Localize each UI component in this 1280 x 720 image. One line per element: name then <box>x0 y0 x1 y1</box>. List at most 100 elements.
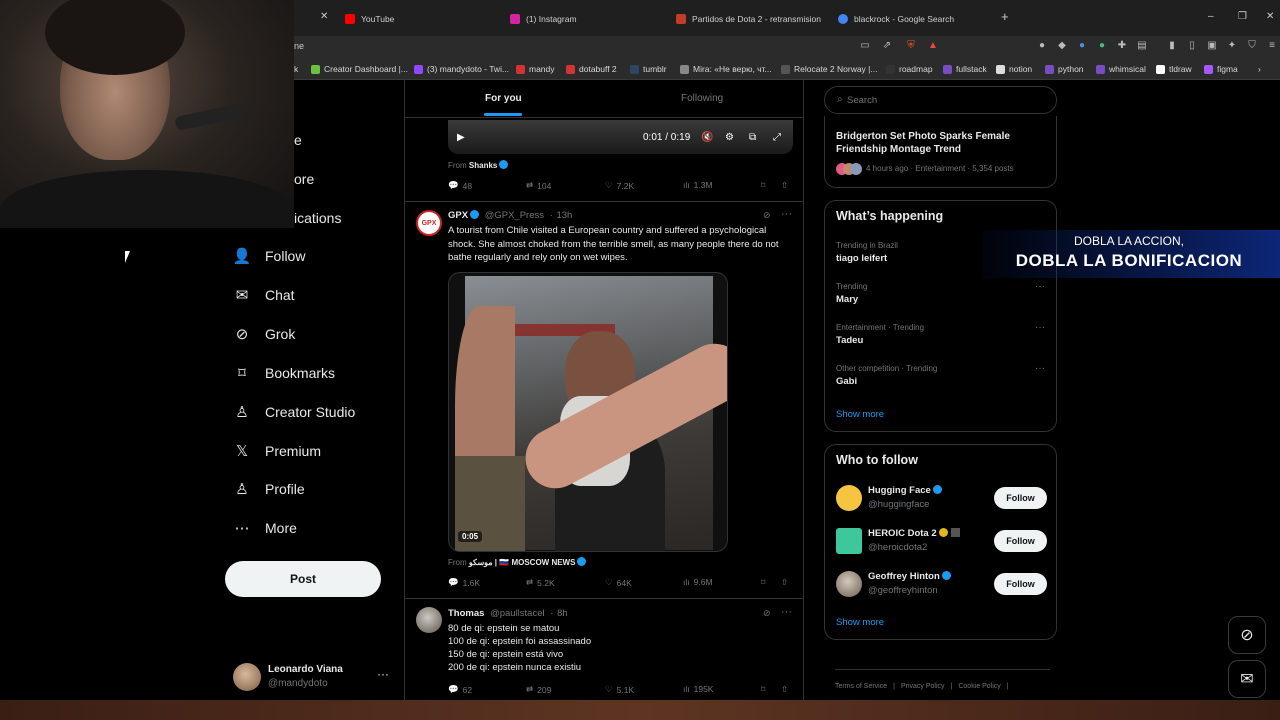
video-player[interactable] <box>448 120 793 154</box>
grok-float-icon[interactable]: ⊘ <box>1228 616 1266 654</box>
browser-tab-dota[interactable]: Partidos de Dota 2 - retransmisiones <box>676 8 821 30</box>
more-options-icon[interactable]: ··· <box>781 606 792 618</box>
browser-tab-youtube[interactable]: YouTube <box>345 8 495 30</box>
tweet-time[interactable]: 13h <box>556 210 572 221</box>
account-name[interactable]: Geoffrey Hinton <box>868 571 951 582</box>
bookmarks-overflow-icon[interactable]: › <box>1258 64 1261 74</box>
reply-button[interactable]: 💬 48 <box>448 180 472 191</box>
cookie-link[interactable]: Cookie Policy <box>958 683 1000 690</box>
account-name[interactable]: HEROIC Dota 2 <box>868 528 960 539</box>
more-options-icon[interactable]: ··· <box>781 208 792 220</box>
views-button[interactable]: ılı 1.3M <box>683 180 713 190</box>
vpn-icon[interactable]: ⛉ <box>1245 39 1259 53</box>
bookmark-item[interactable]: fullstack <box>943 64 987 74</box>
author-handle[interactable]: @paullstacel <box>490 608 545 619</box>
minimize-icon[interactable]: – <box>1208 11 1214 22</box>
privacy-link[interactable]: Privacy Policy <box>901 683 945 690</box>
bookmark-item[interactable]: roadmap <box>886 64 933 74</box>
brave-shield-icon[interactable]: ⛨ <box>904 39 918 53</box>
more-options-icon[interactable]: ··· <box>1035 322 1045 333</box>
nav-more[interactable]: ⋯ More <box>233 519 297 537</box>
nav-bookmarks[interactable]: ⌑ Bookmarks <box>233 364 335 382</box>
avatar[interactable] <box>416 607 442 633</box>
browser-tab-instagram[interactable]: (1) Instagram <box>510 8 660 30</box>
bookmark-fragment[interactable]: k <box>294 64 298 74</box>
show-more-link[interactable]: Show more <box>836 409 884 420</box>
follow-button[interactable]: Follow <box>994 530 1047 552</box>
nav-grok[interactable]: ⊘ Grok <box>233 325 296 343</box>
nav-chat[interactable]: ✉ Chat <box>233 286 295 304</box>
avatar[interactable] <box>836 528 862 554</box>
avatar[interactable]: GPX <box>416 210 442 236</box>
author-name[interactable]: GPX <box>448 210 468 221</box>
tab-for-you[interactable]: For you <box>485 93 522 104</box>
bookmark-item[interactable]: notion <box>996 64 1032 74</box>
bookmark-item[interactable]: mandy <box>516 64 555 74</box>
like-button[interactable]: ♡ 5.1K <box>605 684 634 695</box>
nav-profile[interactable]: ♙ Profile <box>233 480 304 498</box>
share-icon[interactable]: ⇗ <box>880 39 894 53</box>
tweet-video[interactable]: 0:05 <box>448 272 728 552</box>
play-icon[interactable]: ▶ <box>457 132 465 143</box>
bookmark-item[interactable]: python <box>1045 64 1084 74</box>
grok-icon[interactable]: ⊘ <box>763 608 771 619</box>
leo-icon[interactable]: ✦ <box>1225 39 1239 53</box>
nav-premium[interactable]: 𝕏 Premium <box>233 442 321 460</box>
post-button[interactable]: Post <box>225 561 381 597</box>
news-card[interactable]: Bridgerton Set Photo Sparks Female Frien… <box>824 116 1057 188</box>
bookmark-item[interactable]: figma <box>1204 64 1238 74</box>
share-button[interactable]: ⇧ <box>781 180 788 191</box>
account-switcher[interactable]: Leonardo Viana @mandydoto ··· <box>233 661 393 693</box>
video-source[interactable]: From Shanks <box>448 160 509 170</box>
volume-icon[interactable]: 🔇 <box>701 132 713 143</box>
menu-icon[interactable]: ≡ <box>1265 39 1279 53</box>
url-text[interactable]: ne <box>294 41 304 51</box>
trend-name[interactable]: Mary <box>836 294 858 305</box>
bookmark-item[interactable]: Creator Dashboard |... <box>311 64 408 74</box>
bookmark-item[interactable]: (3) mandydoto - Twi... <box>414 64 509 74</box>
restore-icon[interactable]: ❐ <box>1238 11 1247 22</box>
nav-explore-fragment[interactable]: ore <box>294 171 314 187</box>
close-window-icon[interactable]: ✕ <box>1266 11 1274 22</box>
settings-icon[interactable]: ⚙ <box>725 132 734 143</box>
follow-button[interactable]: Follow <box>994 573 1047 595</box>
new-tab-icon[interactable]: + <box>1001 9 1009 24</box>
nav-notifications-fragment[interactable]: ications <box>294 210 341 226</box>
tab-following[interactable]: Following <box>681 93 723 104</box>
browser-tab-google[interactable]: blackrock - Google Search <box>838 8 988 30</box>
like-button[interactable]: ♡ 64K <box>605 577 632 588</box>
show-more-link[interactable]: Show more <box>836 617 884 628</box>
bookmark-button[interactable]: ⌑ <box>761 684 765 695</box>
bookmark-item[interactable]: tumblr <box>630 64 667 74</box>
bookmark-item[interactable]: whimsical <box>1096 64 1146 74</box>
extension-icon[interactable]: ◆ <box>1055 39 1069 53</box>
wallet-icon[interactable]: ▣ <box>1205 39 1219 53</box>
rewards-icon[interactable]: ▲ <box>926 39 940 53</box>
search-box[interactable]: ⌕ Search <box>824 86 1057 114</box>
reply-button[interactable]: 💬 62 <box>448 684 472 695</box>
reading-list-icon[interactable]: ▯ <box>1185 39 1199 53</box>
bookmarks-icon[interactable]: ▮ <box>1165 39 1179 53</box>
more-options-icon[interactable]: ··· <box>1035 363 1045 374</box>
views-button[interactable]: ılı 9.6M <box>683 577 713 587</box>
views-button[interactable]: ılı 195K <box>683 684 713 694</box>
extension-icon[interactable]: ● <box>1035 39 1049 53</box>
bookmark-item[interactable]: tldraw <box>1156 64 1192 74</box>
tweet-time[interactable]: 8h <box>557 608 568 619</box>
fullscreen-icon[interactable]: ⤢ <box>773 132 781 143</box>
bookmark-item[interactable]: dotabuff 2 <box>566 64 617 74</box>
repost-button[interactable]: ⇄ 209 <box>526 684 551 695</box>
like-button[interactable]: ♡ 7.2K <box>605 180 634 191</box>
more-options-icon[interactable]: ··· <box>1035 281 1045 292</box>
reply-button[interactable]: 💬 1.6K <box>448 577 480 588</box>
avatar[interactable] <box>836 485 862 511</box>
trend-name[interactable]: Tadeu <box>836 335 863 346</box>
pip-icon[interactable]: ⧉ <box>749 132 756 143</box>
terms-link[interactable]: Terms of Service <box>835 683 887 690</box>
more-options-icon[interactable]: ··· <box>377 667 389 681</box>
sidebar-icon[interactable]: ▤ <box>1135 39 1149 53</box>
extension-icon[interactable]: ● <box>1075 39 1089 53</box>
puzzle-icon[interactable]: ✚ <box>1115 39 1129 53</box>
author-handle[interactable]: @GPX_Press <box>485 210 544 221</box>
share-button[interactable]: ⇧ <box>781 577 788 588</box>
